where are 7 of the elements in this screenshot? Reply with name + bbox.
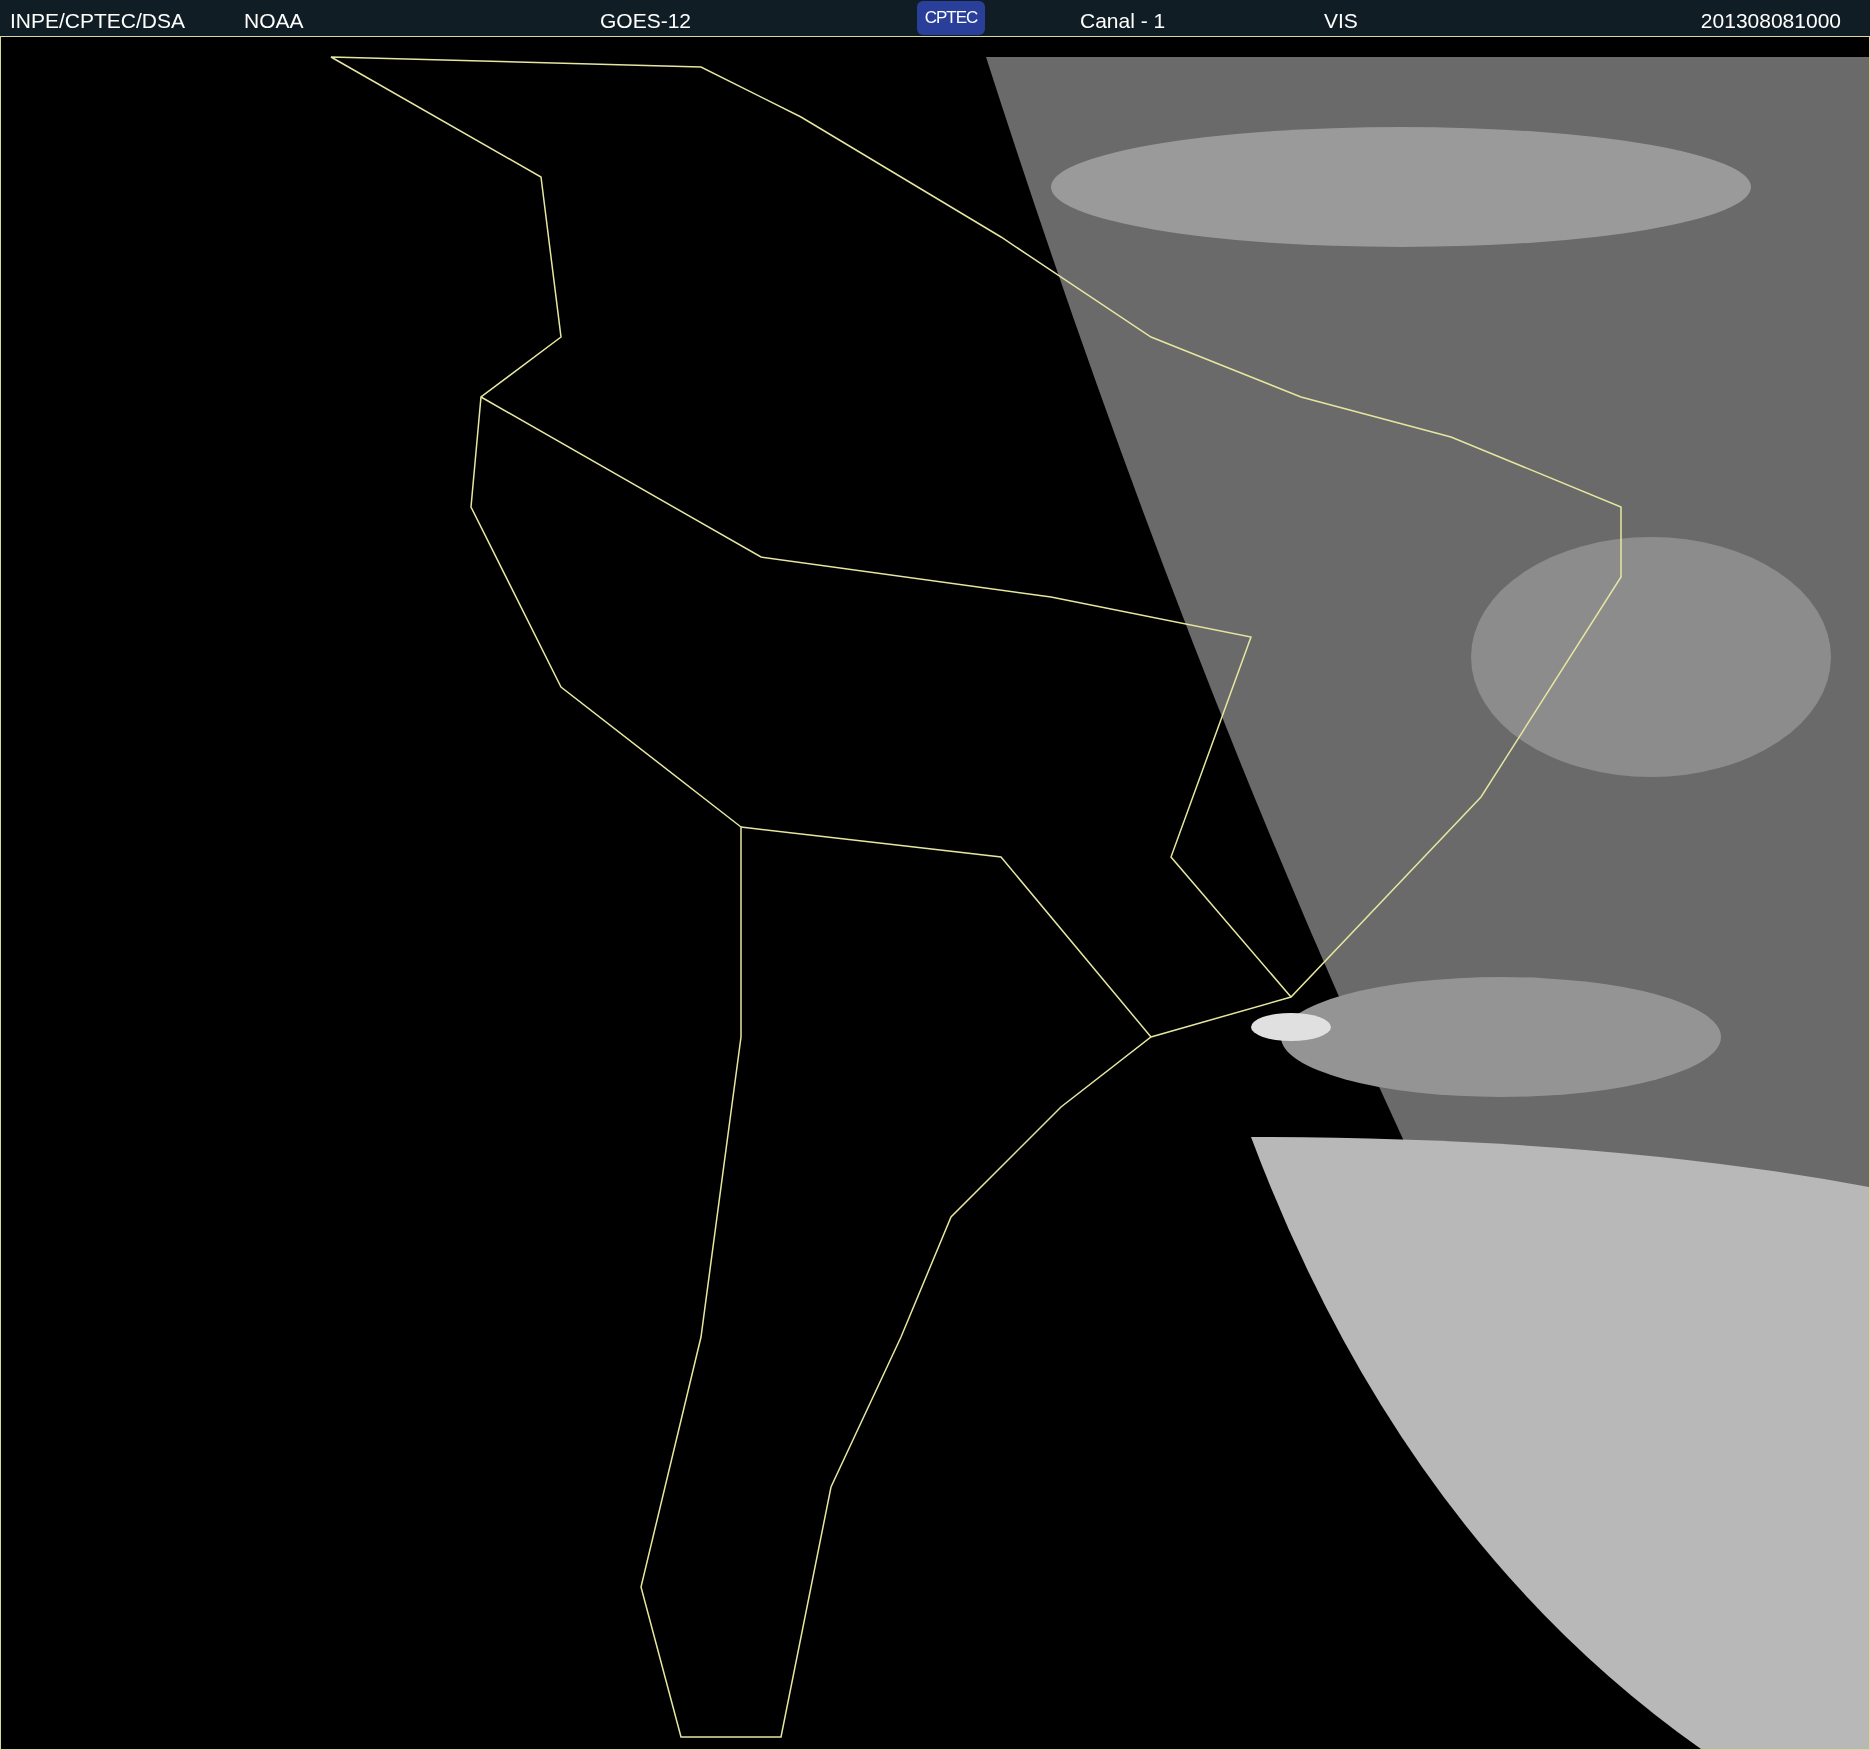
band-label: VIS — [1324, 8, 1358, 34]
agency-label: NOAA — [244, 8, 304, 34]
satellite-label: GOES-12 — [600, 8, 692, 34]
timestamp-label: 201308081000 — [1700, 8, 1841, 34]
channel-label: Canal - 1 — [1080, 8, 1166, 34]
source-label: INPE/CPTEC/DSA — [10, 8, 186, 34]
logo: CPTEC — [917, 1, 985, 35]
